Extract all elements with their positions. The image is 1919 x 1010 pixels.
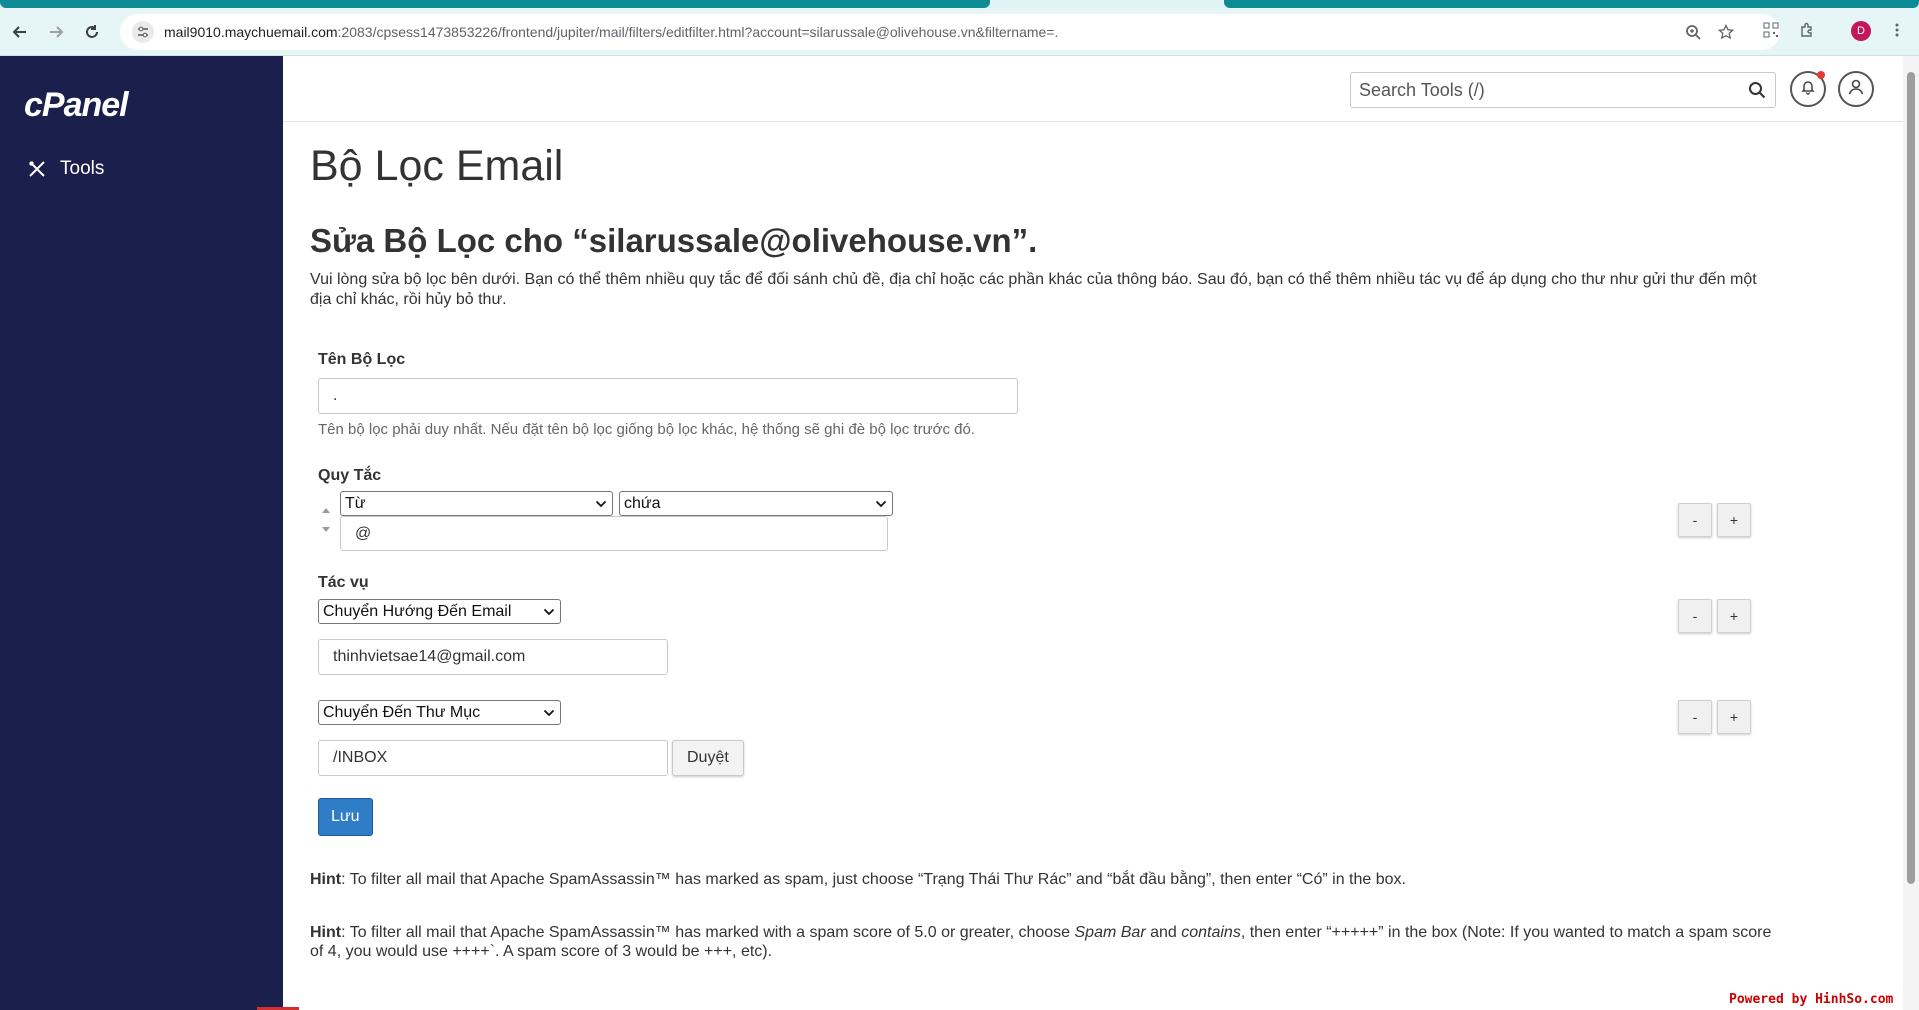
browser-menu-icon[interactable] [1886,19,1908,41]
search-icon[interactable] [1745,78,1769,102]
filter-name-label: Tên Bộ Lọc [318,351,406,368]
action-select-2[interactable]: Chuyển Đến Thư Mục [318,700,561,725]
hint-emphasis: contains [1181,924,1241,941]
rule-part-value: Từ [345,494,366,512]
chevron-down-icon [874,497,888,511]
site-info-icon[interactable] [132,21,154,43]
action-value-2: Chuyển Đến Thư Mục [323,703,481,721]
qr-extension-icon[interactable] [1760,19,1782,41]
reload-icon[interactable] [80,20,104,44]
hint-text: : To filter all mail that Apache SpamAss… [341,924,1075,941]
tab-other[interactable] [1224,0,1919,8]
hint-text: : To filter all mail that Apache SpamAss… [341,871,1406,888]
user-icon [1847,78,1865,100]
redirect-email-input[interactable]: thinhvietsae14@gmail.com [318,639,668,675]
url-host: mail9010.maychuemail.com [164,24,338,40]
add-action-button-1[interactable]: + [1717,599,1751,633]
add-rule-button[interactable]: + [1717,503,1751,537]
bookmark-star-icon[interactable] [1715,21,1737,43]
hint-prefix: Hint [310,871,342,888]
sidebar-item-tools[interactable]: Tools [26,158,104,180]
sidebar-item-label: Tools [60,158,105,179]
url-text[interactable]: mail9010.maychuemail.com:2083/cpsess1473… [164,24,1058,40]
action-value-1: Chuyển Hướng Đến Email [323,602,512,620]
rule-part-select[interactable]: Từ [340,491,613,516]
extensions-puzzle-icon[interactable] [1796,19,1818,41]
chevron-down-icon [594,497,608,511]
folder-path-input[interactable]: /INBOX [318,740,668,776]
bell-icon [1800,79,1816,99]
main-content: Bộ Lọc Email Sửa Bộ Lọc cho “silarussale… [283,122,1903,1010]
browse-button[interactable]: Duyệt [672,740,744,776]
remove-rule-button[interactable]: - [1678,503,1712,537]
remove-action-button-2[interactable]: - [1678,700,1712,734]
user-menu-button[interactable] [1838,71,1874,107]
filter-name-help: Tên bộ lọc phải duy nhất. Nếu đặt tên bộ… [318,421,975,438]
url-path: :2083/cpsess1473853226/frontend/jupiter/… [337,24,1059,40]
profile-avatar[interactable]: D [1851,21,1871,41]
filter-name-input[interactable]: . [318,378,1018,414]
intro-text: Vui lòng sửa bộ lọc bên dưới. Bạn có thể… [310,271,1757,308]
tab-active[interactable] [0,0,990,8]
edit-filter-heading: Sửa Bộ Lọc cho “silarussale@olivehouse.v… [310,222,1038,259]
back-icon[interactable] [8,20,32,44]
action-select-1[interactable]: Chuyển Hướng Đến Email [318,599,561,624]
notification-badge [1817,71,1825,79]
address-bar[interactable]: mail9010.maychuemail.com:2083/cpsess1473… [120,14,1780,50]
hint-prefix: Hint [310,924,342,941]
move-rule-up-icon[interactable] [320,505,332,515]
search-placeholder: Search Tools (/) [1359,79,1485,100]
move-rule-down-icon[interactable] [320,525,332,535]
tab-strip [0,0,1919,8]
hint-spam-bar: Hint: To filter all mail that Apache Spa… [310,923,1780,961]
hint-emphasis: Spam Bar [1074,924,1146,941]
browser-navbar: mail9010.maychuemail.com:2083/cpsess1473… [0,8,1919,56]
scrollbar-thumb[interactable] [1907,72,1915,884]
rule-match-value: chứa [624,494,661,512]
rule-match-select[interactable]: chứa [619,491,893,516]
chevron-down-icon [542,605,556,619]
cpanel-logo[interactable]: cPanel [24,86,129,125]
rule-value-input[interactable]: @ [340,516,888,551]
rules-label: Quy Tắc [318,467,382,484]
search-tools-input[interactable]: Search Tools (/) [1350,72,1776,108]
forward-icon[interactable] [44,20,68,44]
remove-action-button-1[interactable]: - [1678,599,1712,633]
actions-label: Tác vụ [318,574,369,591]
save-button[interactable]: Lưu [318,798,373,836]
tools-icon [26,158,48,180]
page-title: Bộ Lọc Email [310,142,564,190]
hint-spam-status: Hint: To filter all mail that Apache Spa… [310,870,1780,889]
zoom-icon[interactable] [1682,21,1704,43]
powered-by-watermark: Powered by HinhSo.com [1729,992,1894,1007]
hint-text: and [1145,924,1182,941]
chevron-down-icon [542,706,556,720]
sidebar: cPanel Tools [0,56,283,1010]
add-action-button-2[interactable]: + [1717,700,1751,734]
